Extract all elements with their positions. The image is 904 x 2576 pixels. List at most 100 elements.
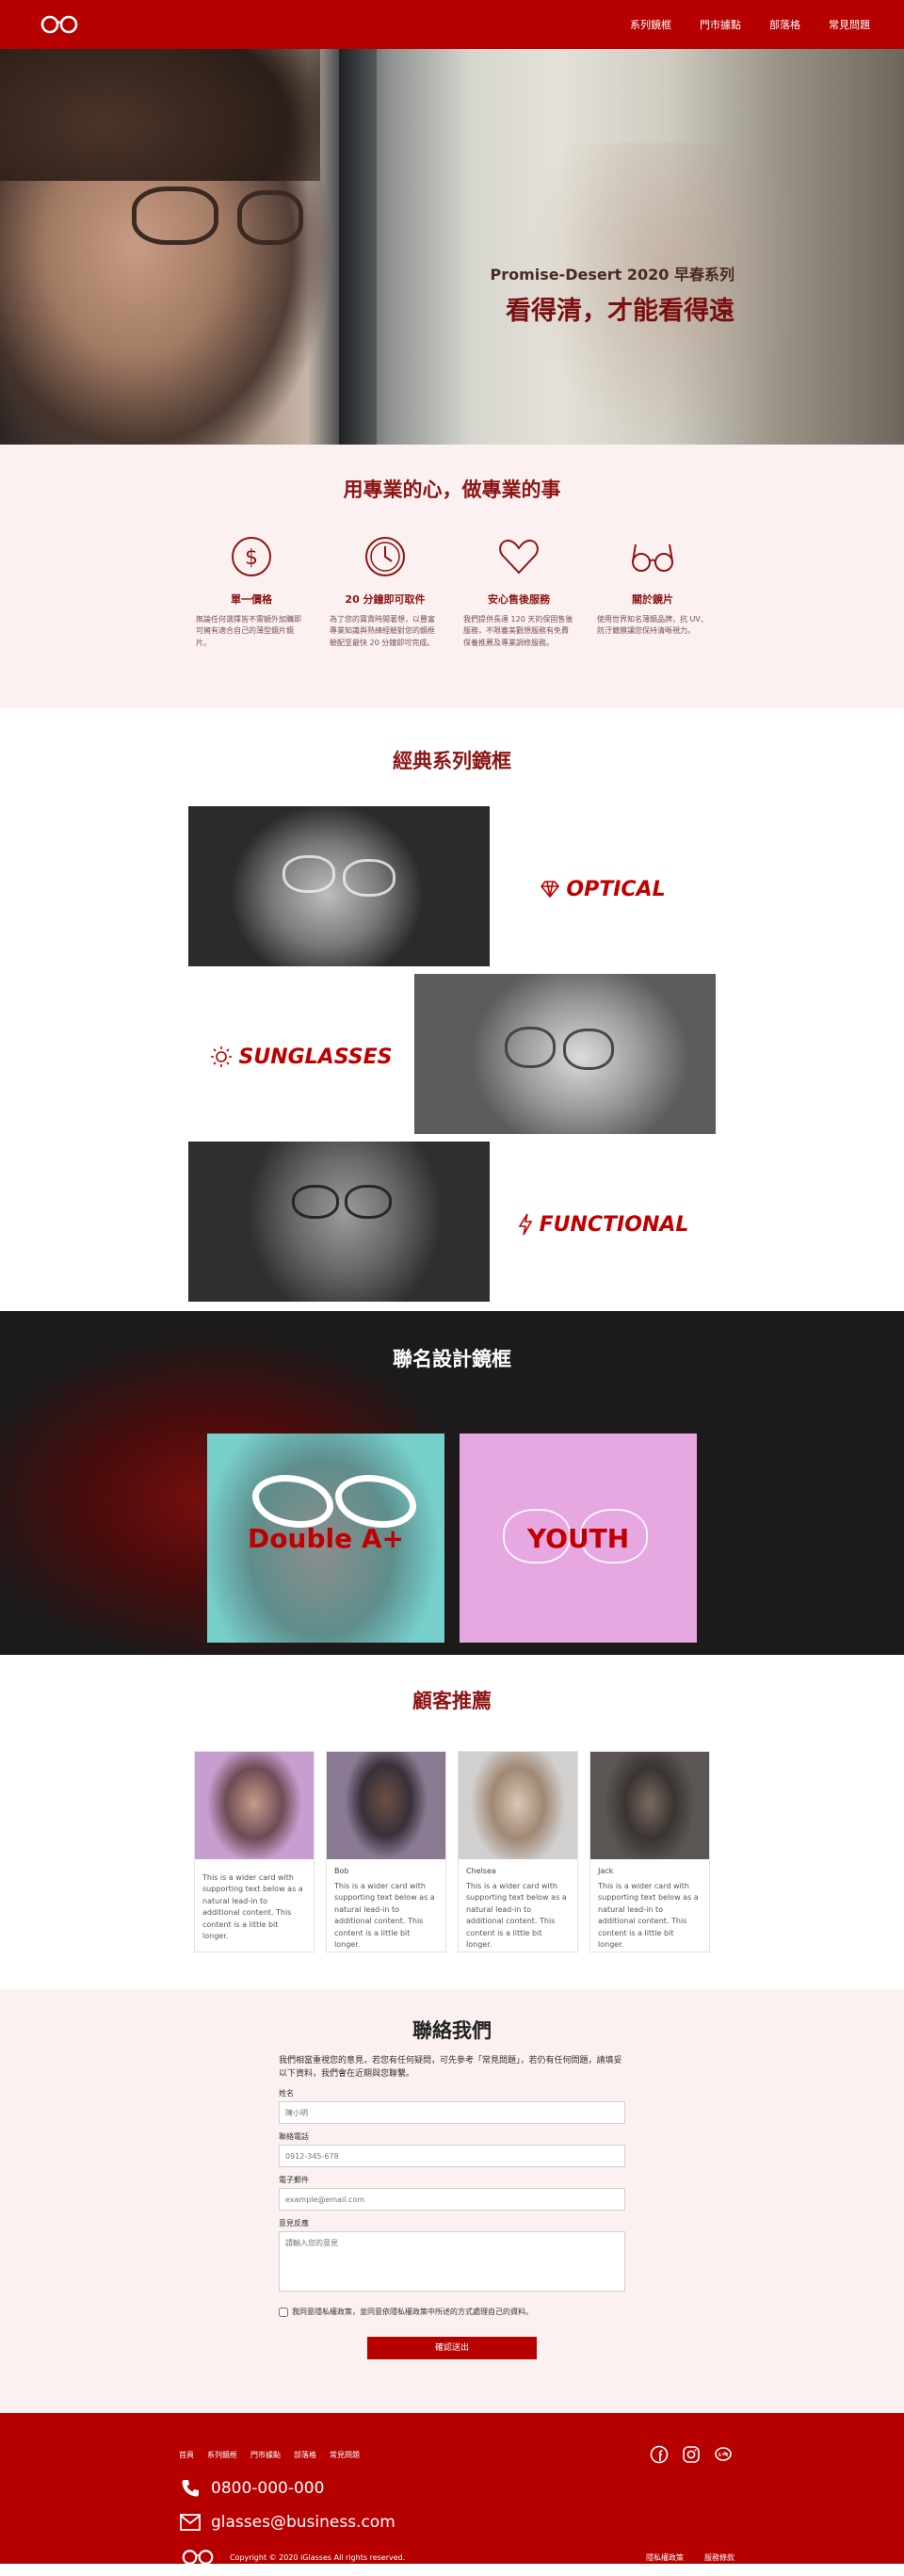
instagram-icon[interactable] (680, 2443, 702, 2466)
about-title: 用專業的心，做專業的事 (343, 478, 561, 501)
footer-legal-links: 隱私權政策 服務條款 (646, 2552, 734, 2563)
message-label: 意見反應 (279, 2219, 309, 2228)
svg-text:$: $ (245, 546, 258, 570)
series-label-functional: FUNCTIONAL (490, 1142, 716, 1307)
collab-label: YOUTH (526, 1522, 630, 1554)
nav-link-faq[interactable]: 常見問題 (817, 8, 881, 41)
footer-link-stores[interactable]: 門市據點 (250, 2450, 281, 2460)
footer-bottom: Copyright © 2020 iGlasses All rights res… (179, 2547, 734, 2568)
testimonial-text: This is a wider card with supporting tex… (334, 1882, 435, 1949)
consent-checkbox[interactable] (279, 2307, 288, 2317)
footer-link-home[interactable]: 首頁 (179, 2450, 194, 2460)
feature-item: 關於鏡片 使用世界知名薄鏡品牌，抗 UV、防汙鍍膜讓您保持清晰視力。 (597, 531, 708, 649)
phone-field-group: 聯絡電話 (279, 2131, 625, 2167)
logo[interactable] (38, 12, 81, 37)
hero-title: 看得清，才能看得遠 (506, 297, 734, 326)
feature-title: 20 分鐘即可取件 (345, 593, 426, 606)
collab-cards: Double A+ YOUTH (0, 1434, 904, 1643)
feature-title: 關於鏡片 (632, 593, 673, 606)
testimonials-title: 顧客推薦 (412, 1690, 492, 1712)
consent-row: 我同意隱私權政策，並同意依隱私權政策中所述的方式處理自己的資料。 (279, 2307, 625, 2317)
collab-card-double-a[interactable]: Double A+ (207, 1434, 444, 1643)
testimonials-section: 顧客推薦 This is a wider card with supportin… (0, 1655, 904, 1989)
collab-card-youth[interactable]: YOUTH (460, 1434, 697, 1643)
phone-number: 0800-000-000 (211, 2479, 325, 2498)
footer-link-blog[interactable]: 部落格 (294, 2450, 316, 2460)
privacy-policy-link[interactable]: 隱私權政策 (646, 2552, 684, 2563)
line-icon[interactable] (712, 2443, 734, 2466)
collab-section: 聯名設計鏡框 Double A+ YOUTH (0, 1311, 904, 1655)
photo-glasses (282, 855, 335, 893)
copyright-text: Copyright © 2020 iGlasses All rights res… (230, 2552, 406, 2562)
phone-input[interactable] (279, 2145, 625, 2167)
card-body: Jack This is a wider card with supportin… (590, 1859, 709, 1951)
email-input[interactable] (279, 2188, 625, 2211)
testimonial-text: This is a wider card with supporting tex… (598, 1882, 699, 1949)
terms-of-service-link[interactable]: 服務條款 (704, 2552, 734, 2563)
classic-series-section: 經典系列鏡框 OPTICAL SUNGLASSES FUNCTIONAL (0, 708, 904, 1311)
series-label-sunglasses: SUNGLASSES (188, 974, 414, 1140)
card-body: This is a wider card with supporting tex… (195, 1859, 314, 1942)
hero-glasses-right-lens (237, 190, 303, 245)
series-card-sunglasses[interactable]: SUNGLASSES (188, 974, 716, 1140)
card-body: Bob This is a wider card with supporting… (327, 1859, 445, 1951)
series-label-text: SUNGLASSES (238, 1045, 393, 1069)
message-field-group: 意見反應 (279, 2218, 625, 2295)
nav-link-series[interactable]: 系列鏡框 (619, 8, 683, 41)
contact-title: 聯絡我們 (412, 2019, 492, 2042)
photo-glasses (343, 859, 396, 897)
contact-intro: 我們相當重視您的意見，若您有任何疑問，可先參考「常見問題」，若仍有任何問題，請填… (279, 2056, 622, 2079)
hero-text: Promise-Desert 2020 早春系列 看得清，才能看得遠 (433, 262, 734, 327)
footer-link-faq[interactable]: 常見問題 (330, 2450, 360, 2460)
sun-icon (211, 1046, 233, 1067)
footer: 首頁 系列鏡框 門市據點 部落格 常見問題 0800-000-000 glass… (0, 2413, 904, 2565)
classic-title: 經典系列鏡框 (393, 750, 511, 772)
email-field-group: 電子郵件 (279, 2175, 625, 2211)
mail-icon (179, 2511, 202, 2534)
feature-item: 安心售後服務 我們提供長達 120 天的保固售後服務，不限審美觀想服務有免費保養… (463, 531, 574, 649)
series-photo-functional (188, 1142, 490, 1302)
footer-link-series[interactable]: 系列鏡框 (207, 2450, 237, 2460)
feature-item: 20 分鐘即可取件 為了您的寶貴時間著想，以豐富專業知識與熟練經驗對您的鏡框驗配… (330, 531, 441, 649)
customer-photo (459, 1752, 577, 1859)
top-navbar: 系列鏡框 門市據點 部落格 常見問題 (0, 0, 904, 49)
customer-photo (327, 1752, 445, 1859)
testimonial-cards: This is a wider card with supporting tex… (0, 1751, 904, 1952)
submit-wrap: 確認送出 (279, 2336, 625, 2359)
phone-label: 聯絡電話 (279, 2132, 309, 2141)
testimonial-card: This is a wider card with supporting tex… (194, 1751, 315, 1952)
customer-photo (590, 1752, 709, 1859)
footer-email[interactable]: glasses@business.com (179, 2511, 734, 2534)
customer-name: Jack (598, 1867, 614, 1875)
testimonial-card: Jack This is a wider card with supportin… (589, 1751, 710, 1952)
clock-icon (330, 531, 441, 582)
footer-top: 首頁 系列鏡框 門市據點 部落格 常見問題 (179, 2443, 734, 2466)
card-body: Chelsea This is a wider card with suppor… (459, 1859, 577, 1951)
bolt-icon (518, 1213, 532, 1236)
footer-copyright-wrap: Copyright © 2020 iGlasses All rights res… (179, 2547, 405, 2568)
name-label: 姓名 (279, 2089, 294, 2098)
email-address: glasses@business.com (211, 2513, 396, 2532)
consent-text: 我同意隱私權政策，並同意依隱私權政策中所述的方式處理自己的資料。 (292, 2308, 533, 2316)
social-links (648, 2443, 734, 2466)
series-card-optical[interactable]: OPTICAL (188, 806, 716, 972)
nav-link-blog[interactable]: 部落格 (758, 8, 812, 41)
series-photo-sunglasses (414, 974, 716, 1134)
photo-glasses (345, 1185, 392, 1219)
feature-list: $ 單一價格 無論任何選擇皆不需額外加購即可擁有適合自己的薄型鏡片鏡片。 20 … (0, 531, 904, 649)
contact-section: 聯絡我們 我們相當重視您的意見，若您有任何疑問，可先參考「常見問題」，若仍有任何… (0, 1989, 904, 2413)
email-label: 電子郵件 (279, 2176, 309, 2184)
glasses-logo-icon (182, 2550, 214, 2565)
glasses-icon (597, 531, 708, 582)
series-card-functional[interactable]: FUNCTIONAL (188, 1142, 716, 1307)
nav-link-stores[interactable]: 門市據點 (688, 8, 752, 41)
facebook-icon[interactable] (648, 2443, 670, 2466)
photo-glasses (292, 1185, 339, 1219)
name-input[interactable] (279, 2101, 625, 2124)
footer-phone[interactable]: 0800-000-000 (179, 2477, 734, 2500)
submit-button[interactable]: 確認送出 (367, 2337, 537, 2359)
series-label-text: OPTICAL (566, 877, 666, 901)
collab-label: Double A+ (248, 1522, 404, 1554)
message-textarea[interactable] (279, 2231, 625, 2292)
hero-banner: Promise-Desert 2020 早春系列 看得清，才能看得遠 (0, 49, 904, 445)
